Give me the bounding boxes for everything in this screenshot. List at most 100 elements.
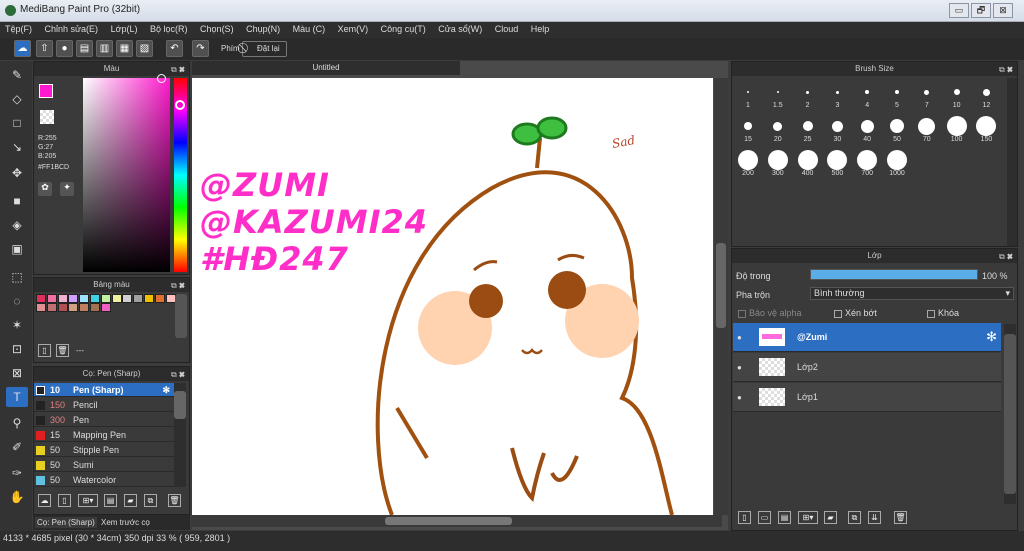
brush-scrollbar[interactable]	[174, 383, 186, 487]
palette-swatch[interactable]	[154, 294, 165, 303]
palette-swatch[interactable]	[122, 294, 133, 303]
brush-size-option[interactable]: 500	[823, 146, 851, 178]
brush-item[interactable]: 15 Mapping Pen	[34, 428, 174, 442]
brush-cloud-icon[interactable]: ☁	[38, 494, 51, 507]
minimize-button[interactable]: ▭	[949, 3, 969, 18]
canvas-horizontal-scrollbar[interactable]	[192, 515, 722, 527]
menu-file[interactable]: Tệp(F)	[0, 22, 37, 36]
add-brush-icon[interactable]: ⊞▾	[78, 494, 98, 507]
brush-page-icon[interactable]: ▤	[104, 494, 117, 507]
brush-size-option[interactable]: 5	[883, 78, 911, 110]
palette-swatch[interactable]	[111, 294, 122, 303]
panel-controls-icon[interactable]: ⧉ ✖	[171, 63, 185, 77]
visibility-eye-icon[interactable]: ●	[737, 393, 742, 402]
palette-swatch[interactable]	[46, 294, 57, 303]
palette-swatch[interactable]	[68, 294, 79, 303]
brush-size-option[interactable]: 10	[943, 78, 971, 110]
menu-filter[interactable]: Bộ lọc(R)	[145, 22, 193, 36]
brush-size-scrollbar[interactable]	[1007, 78, 1017, 246]
comment-icon[interactable]: ●	[56, 40, 73, 57]
brush-settings-icon[interactable]: ✻	[162, 383, 170, 397]
layout-icon[interactable]: ▧	[136, 40, 153, 57]
text-tool-icon[interactable]: T	[6, 387, 28, 407]
grid-icon[interactable]: ▦	[116, 40, 133, 57]
menu-help[interactable]: Help	[526, 22, 555, 36]
brush-size-option[interactable]: 7	[913, 78, 941, 110]
brush-size-option[interactable]: 1.5	[764, 78, 792, 110]
color-picker-icon[interactable]: ✦	[60, 182, 74, 196]
brush-item[interactable]: 10 Pen (Sharp) ✻	[34, 383, 174, 397]
saturation-value-field[interactable]	[83, 78, 170, 272]
new-layer-8bit-icon[interactable]: ▭	[758, 511, 771, 524]
menu-select[interactable]: Chọn(S)	[195, 22, 239, 36]
merge-layer-icon[interactable]: ⇊	[868, 511, 881, 524]
add-layer-menu-icon[interactable]: ⊞▾	[798, 511, 818, 524]
brush-item[interactable]: 50 Watercolor	[34, 473, 174, 487]
visibility-eye-icon[interactable]: ●	[737, 363, 742, 372]
tab-brush-preview[interactable]: Xem trước cọ	[99, 517, 152, 528]
magic-wand-tool-icon[interactable]: ✶	[6, 315, 28, 335]
brush-size-option[interactable]: 15	[734, 112, 762, 144]
brush-size-option[interactable]: 12	[972, 78, 1000, 110]
delete-brush-icon[interactable]: 🗑	[168, 494, 181, 507]
close-button[interactable]: ⊠	[993, 3, 1013, 18]
delete-palette-icon[interactable]: 🗑	[56, 344, 69, 357]
brush-size-option[interactable]: 100	[943, 112, 971, 144]
brush-item[interactable]: 50 Stipple Pen	[34, 443, 174, 457]
sv-cursor[interactable]	[157, 74, 166, 83]
brush-size-option[interactable]: 200	[734, 146, 762, 178]
menu-tools[interactable]: Công cụ(T)	[376, 22, 431, 36]
new-palette-icon[interactable]: ▯	[38, 344, 51, 357]
brush-size-option[interactable]: 3	[823, 78, 851, 110]
fill-rect-tool-icon[interactable]: ■	[6, 191, 28, 211]
blend-select[interactable]: Bình thường ▾	[810, 287, 1014, 300]
brush-item[interactable]: 150 Pencil	[34, 398, 174, 412]
palette-swatch[interactable]	[46, 303, 57, 312]
export-icon[interactable]: ⇧	[36, 40, 53, 57]
brush-size-option[interactable]: 700	[853, 146, 881, 178]
new-layer-icon[interactable]: ▯	[738, 511, 751, 524]
brush-size-option[interactable]: 25	[794, 112, 822, 144]
brush-size-option[interactable]: 20	[764, 112, 792, 144]
comment-box-icon[interactable]: ▤	[76, 40, 93, 57]
layer-scroll-thumb[interactable]	[1004, 334, 1016, 494]
brush-size-option[interactable]: 400	[794, 146, 822, 178]
brush-size-option[interactable]: 300	[764, 146, 792, 178]
undo-icon[interactable]: ↶	[166, 40, 183, 57]
brush-size-option[interactable]: 40	[853, 112, 881, 144]
visibility-eye-icon[interactable]: ●	[737, 333, 742, 342]
cloud-icon[interactable]: ☁	[14, 40, 31, 57]
brush-item[interactable]: 50 Sumi	[34, 458, 174, 472]
redo-icon[interactable]: ↷	[192, 40, 209, 57]
canvas-vscroll-thumb[interactable]	[716, 243, 726, 328]
layer-scrollbar[interactable]	[1004, 324, 1016, 504]
eraser-tool-icon[interactable]: ◇	[6, 89, 28, 109]
palette-swatch[interactable]	[90, 294, 100, 303]
brush-size-option[interactable]: 50	[883, 112, 911, 144]
brush-folder-icon[interactable]: ▰	[124, 494, 137, 507]
palette-swatch[interactable]	[36, 294, 46, 303]
drawing-canvas[interactable]: @ZUMI @KAZUMI24 #HĐ247 Sad	[192, 78, 713, 515]
palette-swatch[interactable]	[79, 294, 90, 303]
brush-size-option[interactable]: 150	[972, 112, 1000, 144]
hand-tool-icon[interactable]: ✋	[6, 487, 28, 507]
menu-cloud[interactable]: Cloud	[490, 22, 524, 36]
brush-tool-icon[interactable]: ✎	[6, 65, 28, 85]
panel-controls-icon[interactable]: ⧉ ✖	[171, 279, 185, 293]
select-pen-tool-icon[interactable]: ⊡	[6, 339, 28, 359]
brush-size-option[interactable]: 2	[794, 78, 822, 110]
new-brush-icon[interactable]: ▯	[58, 494, 71, 507]
reset-button[interactable]: ⃠ Đặt lại	[242, 41, 287, 57]
canvas-hscroll-thumb[interactable]	[385, 517, 512, 525]
palette-swatch[interactable]	[57, 303, 68, 312]
brush-scroll-thumb[interactable]	[174, 391, 186, 419]
palette-swatch[interactable]	[90, 303, 100, 312]
page-icon[interactable]: ▥	[96, 40, 113, 57]
brush-item[interactable]: 300 Pen	[34, 413, 174, 427]
layer-row[interactable]: ● Lớp1	[733, 383, 1001, 412]
canvas-vertical-scrollbar[interactable]	[714, 78, 728, 515]
divide-tool-icon[interactable]: ⚲	[6, 413, 28, 433]
palette-swatch[interactable]	[100, 303, 111, 312]
brush-size-option[interactable]: 1	[734, 78, 762, 110]
brush-size-option[interactable]: 70	[913, 112, 941, 144]
